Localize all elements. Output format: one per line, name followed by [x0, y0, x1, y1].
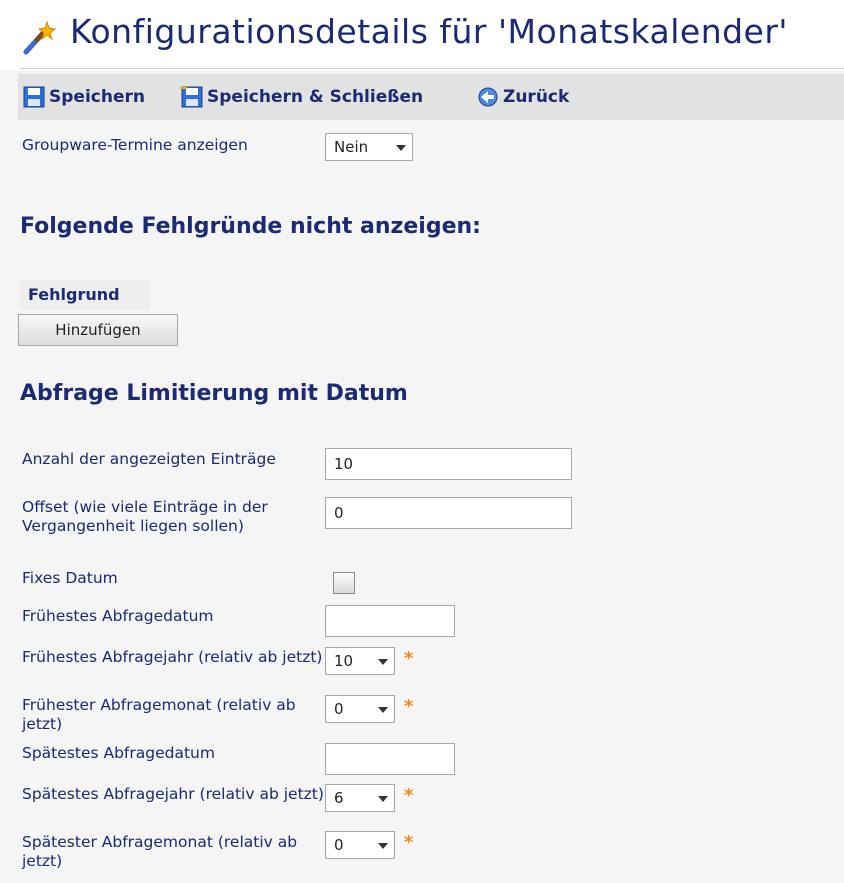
- fixed-date-label: Fixes Datum: [22, 569, 118, 587]
- toolbar: Speichern Speichern & Schließen Zurück: [18, 74, 844, 120]
- save-icon: [23, 86, 45, 108]
- latest-month-label: Spätester Abfragemonat (relativ ab jetzt…: [22, 833, 298, 870]
- offset-label: Offset (wie viele Einträge in der Vergan…: [22, 498, 268, 535]
- entries-input[interactable]: 10: [325, 448, 572, 480]
- groupware-select[interactable]: Nein: [325, 133, 413, 161]
- back-arrow-icon: [478, 87, 498, 107]
- add-absence-button[interactable]: Hinzufügen: [18, 314, 178, 346]
- magic-wand-icon: [23, 20, 56, 55]
- earliest-year-label: Frühestes Abfragejahr (relativ ab jetzt): [22, 648, 323, 666]
- earliest-month-label: Frühester Abfragemonat (relativ ab jetzt…: [22, 696, 296, 733]
- back-label: Zurück: [503, 87, 570, 107]
- save-close-button[interactable]: Speichern & Schließen: [178, 84, 423, 110]
- save-close-label: Speichern & Schließen: [207, 87, 424, 107]
- latest-year-label: Spätestes Abfragejahr (relativ ab jetzt): [22, 785, 324, 803]
- offset-input[interactable]: 0: [325, 497, 572, 529]
- earliest-year-value: 10: [334, 652, 354, 670]
- page-title: Konfigurationsdetails für 'Monatskalende…: [70, 12, 788, 51]
- title-divider: [20, 68, 844, 69]
- chevron-down-icon: [378, 796, 388, 802]
- groupware-value: Nein: [334, 138, 369, 156]
- title-bar: Konfigurationsdetails für 'Monatskalende…: [0, 0, 844, 70]
- earliest-month-select[interactable]: 0: [325, 695, 395, 723]
- latest-date-label: Spätestes Abfragedatum: [22, 744, 215, 762]
- chevron-down-icon: [378, 707, 388, 713]
- chevron-down-icon: [378, 659, 388, 665]
- absence-column-header: Fehlgrund: [20, 280, 150, 310]
- latest-date-input[interactable]: [325, 743, 455, 775]
- earliest-date-label: Frühestes Abfragedatum: [22, 607, 214, 625]
- required-marker: *: [404, 785, 414, 806]
- latest-year-value: 6: [334, 789, 344, 807]
- earliest-year-select[interactable]: 10: [325, 647, 395, 675]
- required-marker: *: [404, 648, 414, 669]
- latest-month-value: 0: [334, 836, 344, 854]
- entries-label: Anzahl der angezeigten Einträge: [22, 450, 276, 468]
- latest-month-select[interactable]: 0: [325, 831, 395, 859]
- save-button[interactable]: Speichern: [22, 84, 145, 110]
- chevron-down-icon: [378, 843, 388, 849]
- required-marker: *: [404, 696, 414, 717]
- save-close-icon: [180, 86, 203, 108]
- absence-heading: Folgende Fehlgründe nicht anzeigen:: [20, 214, 481, 239]
- required-marker: *: [404, 832, 414, 853]
- limit-heading: Abfrage Limitierung mit Datum: [20, 381, 408, 406]
- fixed-date-checkbox[interactable]: [333, 572, 355, 594]
- earliest-date-input[interactable]: [325, 605, 455, 637]
- latest-year-select[interactable]: 6: [325, 784, 395, 812]
- save-label: Speichern: [49, 87, 145, 107]
- groupware-label: Groupware-Termine anzeigen: [22, 136, 248, 154]
- back-button[interactable]: Zurück: [476, 84, 569, 110]
- chevron-down-icon: [396, 145, 406, 151]
- earliest-month-value: 0: [334, 700, 344, 718]
